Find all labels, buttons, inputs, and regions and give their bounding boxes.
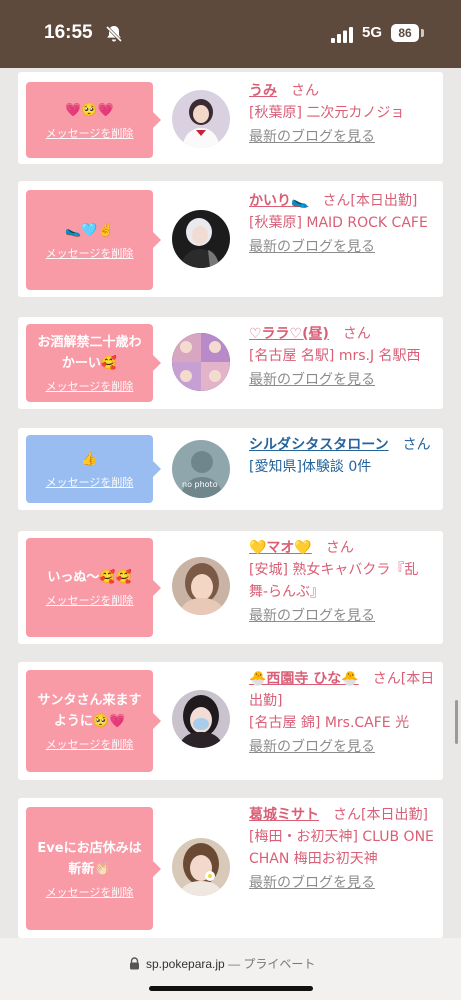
message-text: 🥿🩵✌️ [65,222,114,238]
delete-message-link[interactable]: メッセージを削除 [46,592,134,608]
network-label: 5G [362,24,383,41]
user-location: [愛知県]体験談 0件 [249,459,372,475]
message-bubble: 💗🥺💗 メッセージを削除 [26,82,161,158]
user-info: うみ さん [秋葉原] 二次元カノジョ 最新のブログを見る [249,80,437,148]
message-bubble: いっぬ〜🥰🥰 メッセージを削除 [26,538,161,637]
shop-location[interactable]: [秋葉原] 二次元カノジョ [249,102,437,124]
user-name-link[interactable]: ♡ララ♡(昼) [249,326,329,342]
delete-message-link[interactable]: メッセージを削除 [46,884,134,900]
message-text: サンタさん来ますように🥺💗 [37,693,142,729]
message-text: 💗🥺💗 [65,102,114,118]
latest-blog-link[interactable]: 最新のブログを見る [249,872,437,894]
latest-blog-link[interactable]: 最新のブログを見る [249,369,437,391]
name-suffix: さん [291,83,319,99]
name-suffix: さん [325,540,354,556]
battery-tip [421,29,424,37]
avatar[interactable] [172,210,230,268]
message-bubble: サンタさん来ますように🥺💗 メッセージを削除 [26,670,161,772]
message-text: いっぬ〜🥰🥰 [47,570,132,585]
message-text: 👍 [81,451,98,467]
message-card: サンタさん来ますように🥺💗 メッセージを削除 🐣西園寺 ひな🐣 さん[本日出勤]… [18,662,443,780]
lock-icon [130,957,139,970]
message-card: Eveにお店休みは斬新👏🏻 メッセージを削除 葛城ミサト さん[本日出勤] [梅… [18,798,443,938]
status-bar: 16:55 5G 86 [0,0,461,68]
no-photo-label: no photo [182,480,218,489]
delete-message-link[interactable]: メッセージを削除 [46,125,134,141]
message-bubble: お酒解禁二十歳わかーい🥰 メッセージを削除 [26,324,161,402]
user-name-link[interactable]: 🐣西園寺 ひな🐣 [249,671,359,687]
message-bubble: Eveにお店休みは斬新👏🏻 メッセージを削除 [26,807,161,930]
user-name-link[interactable]: うみ [249,83,277,99]
avatar[interactable] [172,557,230,615]
message-text: お酒解禁二十歳わかーい🥰 [37,335,142,371]
message-bubble: 👍 メッセージを削除 [26,435,161,503]
shop-location[interactable]: [梅田・お初天神] CLUB ONE CHAN 梅田お初天神 [249,826,437,870]
name-suffix: さん[本日出勤] [322,193,418,209]
message-card: 🥿🩵✌️ メッセージを削除 かいり🥿 さん[本日出勤] [秋葉原] MAID R… [18,181,443,297]
delete-message-link[interactable]: メッセージを削除 [46,474,134,490]
signal-icon [331,27,353,43]
shop-location[interactable]: [名古屋 錦] Mrs.CAFE 光 [249,712,437,734]
home-indicator[interactable] [149,986,313,991]
delete-message-link[interactable]: メッセージを削除 [46,378,134,394]
message-card: 👍 メッセージを削除 no photo シルダシタスタローン さん [愛知県]体… [18,428,443,510]
avatar[interactable]: no photo [172,440,230,498]
latest-blog-link[interactable]: 最新のブログを見る [249,605,437,627]
delete-message-link[interactable]: メッセージを削除 [46,736,134,752]
battery-icon: 86 [391,24,419,42]
avatar[interactable] [172,838,230,896]
user-info: かいり🥿 さん[本日出勤] [秋葉原] MAID ROCK CAFE 最新のブロ… [249,190,437,258]
delete-message-link[interactable]: メッセージを削除 [46,245,134,261]
private-label: — プライベート [228,957,316,971]
bell-muted-icon [105,25,123,43]
shop-location[interactable]: [秋葉原] MAID ROCK CAFE [249,212,437,234]
scrollbar-thumb[interactable] [455,700,458,744]
message-card: いっぬ〜🥰🥰 メッセージを削除 💛マオ💛 さん [安城] 熟女キャバクラ『乱舞-… [18,531,443,644]
user-name-link[interactable]: シルダシタスタローン [249,437,389,453]
name-suffix: さん [402,437,431,453]
avatar[interactable] [172,333,230,391]
user-info: 葛城ミサト さん[本日出勤] [梅田・お初天神] CLUB ONE CHAN 梅… [249,804,437,894]
user-name-link[interactable]: 💛マオ💛 [249,540,312,556]
latest-blog-link[interactable]: 最新のブログを見る [249,126,437,148]
url-text[interactable]: sp.pokepara.jp — プライベート [146,955,315,972]
user-name-link[interactable]: 葛城ミサト [249,807,319,823]
name-suffix: さん [342,326,371,342]
latest-blog-link[interactable]: 最新のブログを見る [249,736,437,758]
user-info: 💛マオ💛 さん [安城] 熟女キャバクラ『乱舞-らんぶ』 最新のブログを見る [249,537,437,627]
url-domain: sp.pokepara.jp [146,957,225,971]
avatar[interactable] [172,90,230,148]
message-card: 💗🥺💗 メッセージを削除 うみ さん [秋葉原] 二次元カノジョ 最新のブログを… [18,72,443,164]
user-info: シルダシタスタローン さん [愛知県]体験談 0件 [249,434,437,478]
shop-location[interactable]: [安城] 熟女キャバクラ『乱舞-らんぶ』 [249,559,437,603]
user-name-link[interactable]: かいり🥿 [249,193,308,209]
user-info: ♡ララ♡(昼) さん [名古屋 名駅] mrs.J 名駅西 最新のブログを見る [249,323,437,391]
shop-location[interactable]: [名古屋 名駅] mrs.J 名駅西 [249,345,437,367]
message-text: Eveにお店休みは斬新👏🏻 [37,840,142,877]
user-info: 🐣西園寺 ひな🐣 さん[本日出勤] [名古屋 錦] Mrs.CAFE 光 最新の… [249,668,437,758]
name-suffix: さん[本日出勤] [333,807,428,823]
message-bubble: 🥿🩵✌️ メッセージを削除 [26,190,161,290]
latest-blog-link[interactable]: 最新のブログを見る [249,236,437,258]
status-time: 16:55 [44,22,93,43]
avatar[interactable] [172,690,230,748]
message-card: お酒解禁二十歳わかーい🥰 メッセージを削除 ♡ララ♡(昼) さん [名古屋 名駅… [18,317,443,409]
